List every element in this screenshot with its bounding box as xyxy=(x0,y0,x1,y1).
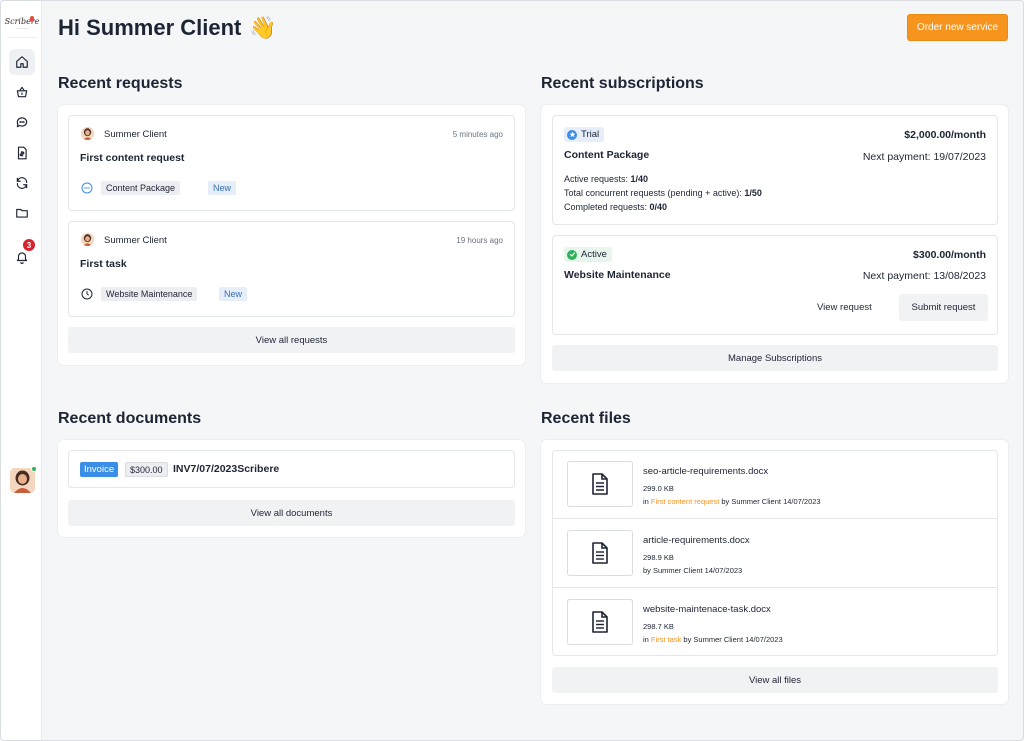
concurrent-requests-stat: Total concurrent requests (pending + act… xyxy=(564,188,762,198)
view-all-files-button[interactable]: View all files xyxy=(552,667,998,693)
clock-icon xyxy=(81,288,93,300)
waving-hand-icon: 👋 xyxy=(249,15,277,40)
online-status-dot xyxy=(31,466,37,472)
requester-avatar xyxy=(81,127,94,140)
order-new-service-button[interactable]: Order new service xyxy=(907,14,1008,41)
folder-icon xyxy=(16,208,28,218)
document-name[interactable]: INV7/07/2023Scribere xyxy=(173,463,279,475)
next-payment-date: Next payment: 19/07/2023 xyxy=(862,151,986,163)
file-thumbnail xyxy=(567,530,633,576)
refresh-icon xyxy=(16,177,28,189)
recent-documents-card: Invoice $300.00 INV7/07/2023Scribere Vie… xyxy=(58,440,525,537)
logo-mark-icon xyxy=(30,16,34,22)
file-thumbnail xyxy=(567,461,633,507)
next-payment-date: Next payment: 13/08/2023 xyxy=(862,270,986,282)
check-circle-icon xyxy=(567,249,577,260)
sidebar-item-invoices[interactable] xyxy=(9,140,35,166)
file-row[interactable]: website-maintenace-task.docx 298.7 KB in… xyxy=(553,589,997,655)
document-icon xyxy=(592,473,608,495)
request-time: 19 hours ago xyxy=(456,236,503,245)
sidebar-item-home[interactable] xyxy=(9,49,35,75)
recent-requests-title: Recent requests xyxy=(58,75,183,92)
completed-requests-stat: Completed requests: 0/40 xyxy=(564,202,668,212)
document-item[interactable]: Invoice $300.00 INV7/07/2023Scribere xyxy=(68,450,515,488)
file-thumbnail xyxy=(567,599,633,645)
dots-circle-icon xyxy=(81,182,93,194)
submit-request-button[interactable]: Submit request xyxy=(899,294,988,321)
file-size: 299.0 KB xyxy=(643,484,674,493)
request-item[interactable]: Summer Client 19 hours ago First task We… xyxy=(68,221,515,317)
sidebar-item-messages[interactable] xyxy=(9,109,35,135)
logo-tagline-mark: ———— xyxy=(16,25,28,30)
notifications-badge: 3 xyxy=(23,239,35,251)
service-tag: Content Package xyxy=(101,181,181,195)
status-badge: New xyxy=(219,287,248,301)
subscription-item[interactable]: Trial $2,000.00/month Content Package Ne… xyxy=(552,115,998,225)
app-frame: Scribere ———— 3 Hi Summer Client 👋 Order… xyxy=(0,0,1024,741)
document-type-badge: Invoice xyxy=(80,462,119,477)
subscription-item[interactable]: Active $300.00/month Website Maintenance… xyxy=(552,235,998,335)
basket-icon xyxy=(16,86,28,98)
service-tag: Website Maintenance xyxy=(101,287,198,301)
file-size: 298.7 KB xyxy=(643,622,674,631)
request-title[interactable]: First task xyxy=(80,258,127,270)
user-avatar[interactable] xyxy=(10,468,35,493)
file-size: 298.9 KB xyxy=(643,553,674,562)
subscription-price: $300.00/month xyxy=(913,249,986,261)
subscription-name: Website Maintenance xyxy=(564,269,671,281)
active-requests-stat: Active requests: 1/40 xyxy=(564,174,649,184)
view-request-link[interactable]: View request xyxy=(817,302,872,313)
bell-icon xyxy=(16,252,28,264)
sidebar-item-services[interactable] xyxy=(9,79,35,105)
star-icon xyxy=(567,129,577,140)
file-row[interactable]: article-requirements.docx 298.9 KB by Su… xyxy=(553,520,997,588)
requester-name: Summer Client xyxy=(104,129,167,140)
page-title: Hi Summer Client 👋 xyxy=(58,13,277,43)
file-meta: by Summer Client 14/07/2023 xyxy=(643,566,743,575)
invoice-icon xyxy=(17,146,27,160)
subscription-status-label: Trial xyxy=(581,129,600,140)
greeting-text: Hi Summer Client xyxy=(58,15,242,40)
recent-files-title: Recent files xyxy=(541,410,631,427)
document-icon xyxy=(592,542,608,564)
file-name[interactable]: website-maintenace-task.docx xyxy=(643,604,771,615)
recent-subscriptions-title: Recent subscriptions xyxy=(541,75,704,92)
request-time: 5 minutes ago xyxy=(452,130,503,139)
recent-documents-title: Recent documents xyxy=(58,410,202,427)
avatar-portrait-icon xyxy=(10,468,35,493)
subscription-status-label: Active xyxy=(581,249,607,260)
file-row[interactable]: seo-article-requirements.docx 299.0 KB i… xyxy=(553,451,997,519)
subscription-name: Content Package xyxy=(564,149,650,161)
file-name[interactable]: article-requirements.docx xyxy=(643,535,750,546)
file-request-link[interactable]: First task xyxy=(651,635,681,644)
sidebar-item-files[interactable] xyxy=(9,200,35,226)
requester-avatar xyxy=(81,233,94,246)
sidebar-item-subscriptions[interactable] xyxy=(9,170,35,196)
recent-subscriptions-card: Trial $2,000.00/month Content Package Ne… xyxy=(541,105,1008,383)
recent-files-card: seo-article-requirements.docx 299.0 KB i… xyxy=(541,440,1008,704)
files-list: seo-article-requirements.docx 299.0 KB i… xyxy=(552,450,998,656)
document-icon xyxy=(592,611,608,633)
file-meta: in First content request by Summer Clien… xyxy=(643,497,821,506)
subscription-price: $2,000.00/month xyxy=(904,129,986,141)
chat-icon xyxy=(16,117,28,128)
subscription-status-badge: Active xyxy=(564,247,612,262)
sidebar: Scribere ———— 3 xyxy=(1,1,42,740)
subscription-status-badge: Trial xyxy=(564,127,605,142)
status-badge: New xyxy=(208,181,237,195)
file-name[interactable]: seo-article-requirements.docx xyxy=(643,466,768,477)
file-request-link[interactable]: First content request xyxy=(651,497,719,506)
logo-text: Scribere xyxy=(4,16,40,26)
file-meta: in First task by Summer Client 14/07/202… xyxy=(643,635,783,644)
requester-name: Summer Client xyxy=(104,235,167,246)
view-all-documents-button[interactable]: View all documents xyxy=(68,500,515,526)
logo[interactable]: Scribere ———— xyxy=(4,10,40,38)
document-amount: $300.00 xyxy=(125,462,168,477)
request-title[interactable]: First content request xyxy=(80,152,184,164)
request-item[interactable]: Summer Client 5 minutes ago First conten… xyxy=(68,115,515,211)
view-all-requests-button[interactable]: View all requests xyxy=(68,327,515,353)
manage-subscriptions-button[interactable]: Manage Subscriptions xyxy=(552,345,998,371)
home-icon xyxy=(16,56,28,68)
recent-requests-card: Summer Client 5 minutes ago First conten… xyxy=(58,105,525,365)
